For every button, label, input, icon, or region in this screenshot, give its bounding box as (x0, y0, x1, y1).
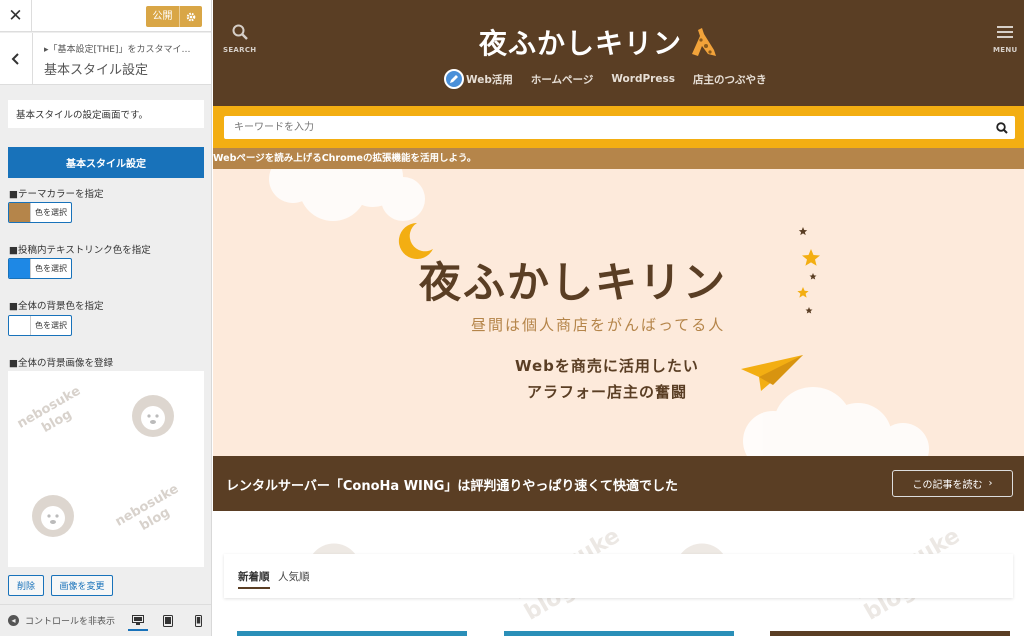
nav-item-wordpress[interactable]: WordPress (602, 73, 684, 85)
settings-heading: 基本スタイル設定 (8, 147, 204, 178)
post-card[interactable] (770, 631, 1010, 636)
back-button[interactable] (0, 33, 33, 85)
search-submit-button[interactable] (989, 116, 1015, 139)
chevron-right-icon: › (988, 478, 993, 489)
site-preview: SEARCH 夜ふかしキリン MENU Web活用 ホームページ WordPre… (213, 0, 1024, 636)
featured-article-title[interactable]: レンタルサーバー「ConoHa WING」は評判通りやっぱり速くて快適でした (226, 475, 678, 494)
publish-label: 公開 (146, 6, 180, 27)
hero-decoration (269, 169, 929, 456)
sort-tabs: 新着順 人気順 (224, 554, 1013, 598)
bg-color-picker[interactable]: 色を選択 (8, 315, 72, 336)
notice-bar[interactable]: Webページを読み上げるChromeの拡張機能を活用しよう。 (213, 148, 1024, 169)
customizer-footer: ◂ コントロールを非表示 (0, 604, 211, 636)
nav-item-homepage[interactable]: ホームページ (522, 72, 602, 87)
link-color-swatch (9, 259, 31, 278)
collapse-icon: ◂ (8, 615, 19, 626)
gear-icon[interactable] (180, 12, 202, 22)
section-description: 基本スタイルの設定画面です。 (8, 100, 204, 128)
read-article-label: この記事を読む (912, 480, 983, 491)
hero-tagline: Webを商売に活用したい (515, 357, 699, 375)
close-customizer-button[interactable]: ✕ (0, 0, 32, 32)
bg-image-label: ■全体の背景画像を登録 (9, 358, 113, 369)
customizer-sidebar: ✕ 公開 ▸「基本設定[THE]」をカスタマイ… 基本スタイル設定 基本スタイル… (0, 0, 212, 636)
hero-subtitle: 昼間は個人商店をがんばってる人 (471, 316, 726, 334)
logo-text: 夜ふかしキリン (479, 27, 683, 60)
nav-item-owner-notes[interactable]: 店主のつぶやき (684, 72, 776, 87)
theme-color-label: ■テーマカラーを指定 (9, 189, 104, 200)
site-logo[interactable]: 夜ふかしキリン (479, 22, 769, 62)
search-caption: SEARCH (223, 46, 257, 54)
bg-image-preview: nebosuke blog nebosuke blog (8, 371, 204, 567)
giraffe-icon (692, 28, 717, 56)
remove-image-button[interactable]: 削除 (8, 575, 44, 596)
featured-article-bar: レンタルサーバー「ConoHa WING」は評判通りやっぱり速くて快適でした こ… (213, 456, 1024, 511)
search-toggle[interactable]: SEARCH (223, 24, 256, 54)
hero-tagline: アラフォー店主の奮闘 (527, 383, 688, 401)
site-header: SEARCH 夜ふかしキリン MENU Web活用 ホームページ WordPre… (213, 0, 1024, 106)
search-input[interactable] (224, 116, 1015, 139)
theme-color-swatch (9, 203, 31, 222)
nav-item-web[interactable]: Web活用 (466, 72, 522, 87)
tab-popular[interactable]: 人気順 (278, 569, 310, 587)
tab-newest[interactable]: 新着順 (238, 569, 270, 589)
desktop-icon (132, 614, 144, 625)
tablet-icon (163, 615, 173, 627)
post-card[interactable] (504, 631, 734, 636)
post-card[interactable] (237, 631, 467, 636)
chevron-left-icon (11, 53, 19, 65)
search-bar (213, 106, 1024, 148)
change-image-button[interactable]: 画像を変更 (51, 575, 113, 596)
hide-controls-button[interactable]: ◂ コントロールを非表示 (8, 614, 115, 627)
hamburger-menu-icon (997, 26, 1014, 38)
pencil-edit-icon[interactable] (444, 69, 464, 89)
lion-mascot-icon (132, 395, 174, 437)
bg-color-picker-label: 色を選択 (35, 321, 67, 330)
global-nav: Web活用 ホームページ WordPress 店主のつぶやき (444, 67, 775, 91)
watermark-text: nebosukeblog (14, 383, 84, 436)
device-tablet-button[interactable] (158, 611, 178, 631)
link-color-picker[interactable]: 色を選択 (8, 258, 72, 279)
search-icon (232, 24, 248, 40)
posts-area: nebosukeblog nebosukeblog 新着順 人気順 (213, 511, 1024, 636)
menu-caption: MENU (993, 46, 1018, 54)
hide-controls-label: コントロールを非表示 (25, 617, 116, 627)
mobile-icon (194, 615, 202, 627)
hero-title: 夜ふかしキリン (419, 258, 728, 307)
theme-color-picker[interactable]: 色を選択 (8, 202, 72, 223)
link-color-label: ■投稿内テキストリンク色を指定 (9, 245, 151, 256)
hero-banner: 夜ふかしキリン 昼間は個人商店をがんばってる人 Webを商売に活用したい アラフ… (213, 169, 1024, 456)
search-icon (996, 121, 1008, 134)
menu-toggle[interactable]: MENU (993, 24, 1018, 54)
breadcrumb: ▸「基本設定[THE]」をカスタマイ… (44, 45, 191, 55)
bg-color-label: ■全体の背景色を指定 (9, 301, 104, 312)
lion-mascot-icon (32, 495, 74, 537)
close-icon: ✕ (8, 6, 23, 26)
device-mobile-button[interactable] (188, 611, 208, 631)
watermark-text: nebosukeblog (112, 481, 182, 534)
read-article-button[interactable]: この記事を読む › (892, 470, 1013, 497)
section-title: 基本スタイル設定 (44, 63, 149, 78)
customizer-header: ✕ 公開 (0, 0, 211, 32)
bg-color-swatch (9, 316, 31, 335)
link-color-picker-label: 色を選択 (35, 264, 67, 273)
theme-color-picker-label: 色を選択 (35, 208, 67, 217)
publish-button[interactable]: 公開 (146, 6, 202, 27)
device-desktop-button[interactable] (128, 611, 148, 631)
section-header: ▸「基本設定[THE]」をカスタマイ… 基本スタイル設定 (0, 33, 211, 85)
